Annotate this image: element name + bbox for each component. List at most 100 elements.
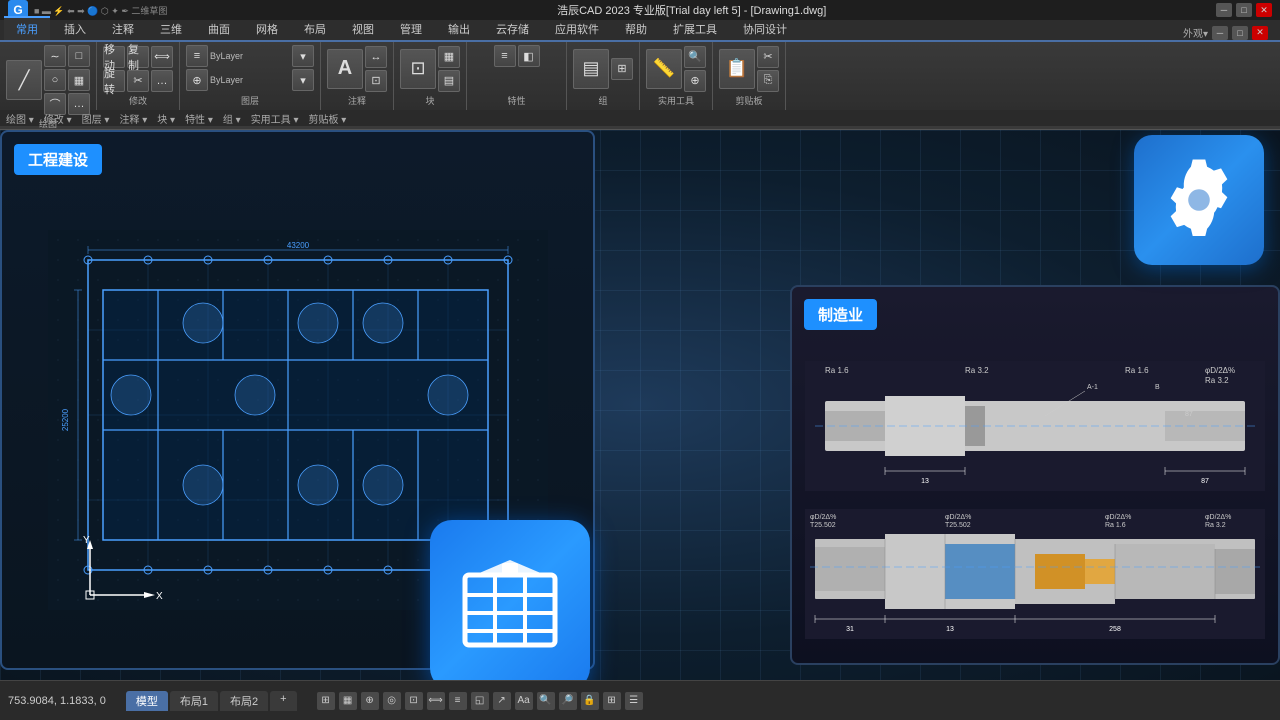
tab-apps[interactable]: 应用软件 [543, 16, 611, 40]
line-tool[interactable]: ╱ [6, 60, 42, 100]
sel-icon[interactable]: ↗ [493, 692, 511, 710]
rb-util[interactable]: 实用工具 [251, 111, 299, 126]
main-canvas: 工程建设 [0, 130, 1280, 680]
insert-block[interactable]: ⊡ [400, 49, 436, 89]
rb-block[interactable]: 块 [157, 111, 175, 126]
grid-icon[interactable]: ▦ [339, 692, 357, 710]
text-tool[interactable]: A [327, 49, 363, 89]
paste-tool[interactable]: 📋 [719, 49, 755, 89]
svg-text:Ra 1.6: Ra 1.6 [1105, 522, 1126, 529]
dim-more[interactable]: ⊡ [365, 70, 387, 92]
group-group-label: 组 [598, 94, 607, 107]
ribbon-group-group: ▤ ⊞ 组 [567, 42, 640, 110]
util-icons: 📏 🔍 ⊕ [646, 45, 706, 92]
mirror-tool[interactable]: ⟺ [151, 46, 173, 68]
props-icon[interactable]: ⊞ [603, 692, 621, 710]
model-tab[interactable]: 模型 [126, 691, 168, 711]
hatch-tool[interactable]: ▦ [68, 69, 90, 91]
ortho-icon[interactable]: ⊕ [361, 692, 379, 710]
tab-mesh[interactable]: 网格 [244, 16, 290, 40]
svg-text:Ra 3.2: Ra 3.2 [1205, 522, 1226, 529]
copy-tool[interactable]: 复制 [127, 46, 149, 68]
layer-color-dropdown[interactable]: ▾ [292, 69, 314, 91]
gear-icon-container[interactable] [1134, 135, 1264, 265]
layout-tabs: 模型 布局1 布局2 + [126, 691, 297, 711]
tab-layout[interactable]: 布局 [292, 16, 338, 40]
rect-tool[interactable]: □ [68, 45, 90, 67]
zoom-tool[interactable]: 🔍 [684, 46, 706, 68]
polar-icon[interactable]: ◎ [383, 692, 401, 710]
svg-text:Ra 1.6: Ra 1.6 [1125, 366, 1149, 375]
tab-annotate[interactable]: 注释 [100, 16, 146, 40]
prop-match[interactable]: ◧ [518, 45, 540, 67]
rb-group[interactable]: 组 [223, 111, 241, 126]
ribbon-bottom-bar: 绘图 修改 图层 注释 块 特性 组 实用工具 剪贴板 [0, 110, 1280, 126]
mechanical-drawing-bottom: φD/2Δ% T25.502 φD/2Δ% T25.502 φD/2Δ% Ra … [805, 504, 1265, 644]
more-modify[interactable]: … [151, 70, 173, 92]
measure-tool[interactable]: 📏 [646, 49, 682, 89]
ungroup-tool[interactable]: ⊞ [611, 58, 633, 80]
circle-tool[interactable]: ○ [44, 69, 66, 91]
tab-help[interactable]: 帮助 [613, 16, 659, 40]
tab-collab[interactable]: 协同设计 [731, 16, 799, 40]
rb-modify[interactable]: 修改 [44, 111, 72, 126]
snap-icon[interactable]: ⊞ [317, 692, 335, 710]
maximize-button[interactable]: □ [1236, 3, 1252, 17]
rb-layer[interactable]: 图层 [82, 111, 110, 126]
qr-code[interactable]: ▦ [438, 46, 460, 68]
prop-panel[interactable]: ≡ [494, 45, 516, 67]
tab-manage[interactable]: 管理 [388, 16, 434, 40]
lwt-icon[interactable]: ≡ [449, 692, 467, 710]
minimize-button[interactable]: ─ [1216, 3, 1232, 17]
layer-match[interactable]: ⊕ [186, 69, 208, 91]
cut-tool[interactable]: ✂ [757, 46, 779, 68]
lock-icon[interactable]: 🔒 [581, 692, 599, 710]
tab-3d[interactable]: 三维 [148, 16, 194, 40]
layer-panel[interactable]: ≡ [186, 45, 208, 67]
rb-annotate[interactable]: 注释 [119, 111, 147, 126]
panel-close-button[interactable]: ✕ [1252, 26, 1268, 40]
trim-tool[interactable]: ✂ [127, 70, 149, 92]
util-more[interactable]: ⊕ [684, 70, 706, 92]
rotate-tool[interactable]: 旋转 [103, 70, 125, 92]
ribbon-group-layer: ≡ ByLayer ▾ ⊕ ByLayer ▾ 图层 [180, 42, 321, 110]
transparency-icon[interactable]: ◱ [471, 692, 489, 710]
layer-dropdown[interactable]: ▾ [292, 45, 314, 67]
add-layout-tab[interactable]: + [270, 691, 296, 711]
block-def[interactable]: ▤ [438, 70, 460, 92]
anno-icon[interactable]: Aa [515, 692, 533, 710]
rb-props[interactable]: 特性 [185, 111, 213, 126]
rb-draw[interactable]: 绘图 [6, 111, 34, 126]
group-tool[interactable]: ▤ [573, 49, 609, 89]
tab-view[interactable]: 视图 [340, 16, 386, 40]
osnap-icon[interactable]: ⊡ [405, 692, 423, 710]
dim-tool[interactable]: ↔ [365, 46, 387, 68]
layout2-tab[interactable]: 布局2 [220, 691, 268, 711]
polyline-tool[interactable]: ∼ [44, 45, 66, 67]
axes-svg: Y X [60, 535, 180, 615]
panel-min-button[interactable]: ─ [1212, 26, 1228, 40]
ws-icon[interactable]: 🔍 [537, 692, 555, 710]
tab-output[interactable]: 输出 [436, 16, 482, 40]
building-icon-container[interactable] [430, 520, 590, 680]
zoom-icon[interactable]: 🔎 [559, 692, 577, 710]
tab-surface[interactable]: 曲面 [196, 16, 242, 40]
props-group-label: 特性 [507, 94, 525, 107]
tab-common[interactable]: 常用 [4, 16, 50, 40]
copy-clip-tool[interactable]: ⎘ [757, 70, 779, 92]
mechanical-drawing-top: Ra 1.6 Ra 3.2 Ra 1.6 φD/2Δ% Ra 3.2 [805, 356, 1265, 496]
main-ribbon: ╱ ∼ ○ ⌒ □ ▦ … 绘图 移动 旋转 [0, 42, 1280, 110]
panel-max-button[interactable]: □ [1232, 26, 1248, 40]
clean-icon[interactable]: ☰ [625, 692, 643, 710]
svg-text:87: 87 [1201, 478, 1209, 485]
tab-extend[interactable]: 扩展工具 [661, 16, 729, 40]
otrack-icon[interactable]: ⟺ [427, 692, 445, 710]
manufacturing-badge: 制造业 [804, 299, 877, 330]
close-button[interactable]: ✕ [1256, 3, 1272, 17]
tab-cloud[interactable]: 云存储 [484, 16, 541, 40]
rb-clip[interactable]: 剪贴板 [309, 111, 347, 126]
layout1-tab[interactable]: 布局1 [170, 691, 218, 711]
tab-insert[interactable]: 插入 [52, 16, 98, 40]
svg-text:X: X [156, 591, 163, 602]
block-icons: ⊡ ▦ ▤ [400, 45, 460, 92]
